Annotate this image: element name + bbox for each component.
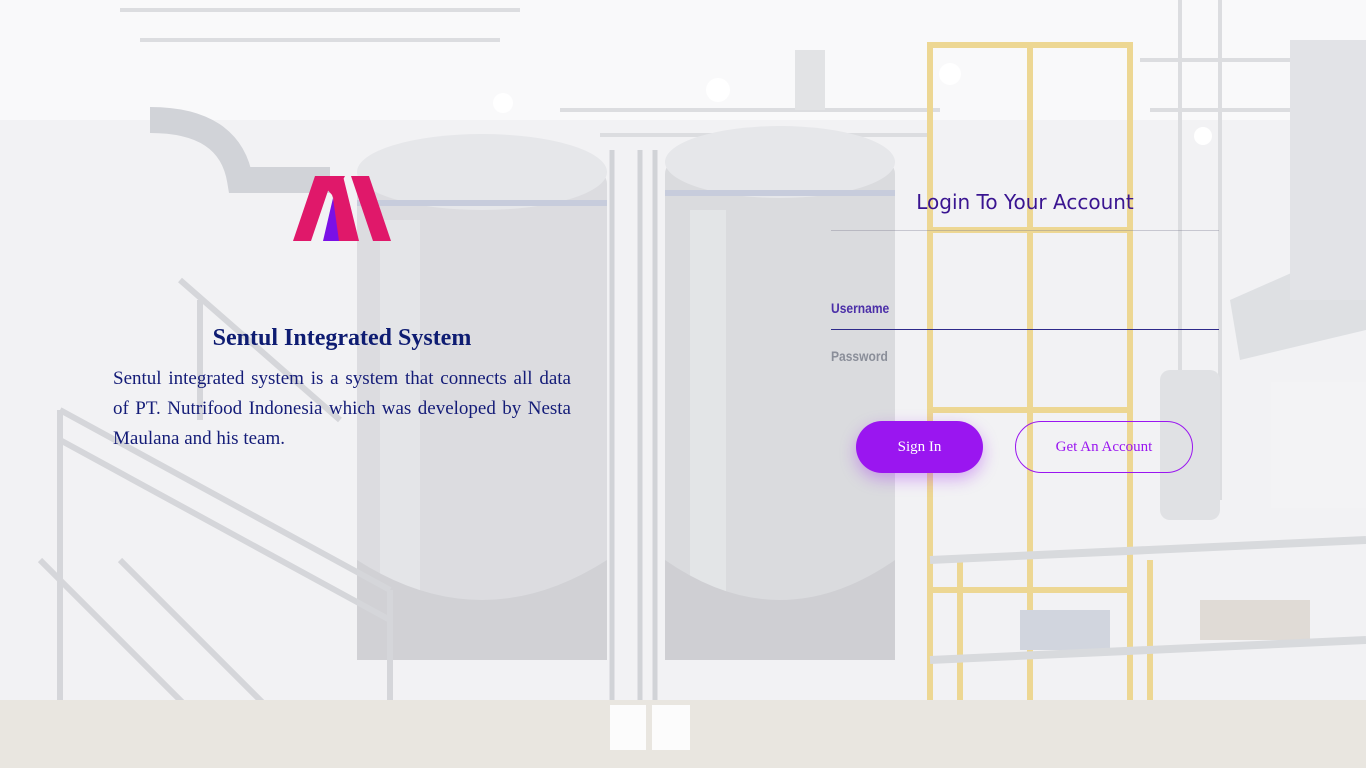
username-field[interactable]: Username [831, 300, 1219, 330]
logo-mark-icon [293, 176, 391, 241]
sign-in-button[interactable]: Sign In [856, 421, 983, 473]
password-field[interactable]: Password [831, 348, 1219, 364]
get-account-button[interactable]: Get An Account [1015, 421, 1193, 473]
login-title-divider [831, 230, 1219, 231]
login-title: Login To Your Account [916, 190, 1134, 214]
brand-description: Sentul integrated system is a system tha… [113, 368, 571, 449]
brand-title: Sentul Integrated System [212, 325, 472, 351]
brand-logo [293, 176, 391, 242]
